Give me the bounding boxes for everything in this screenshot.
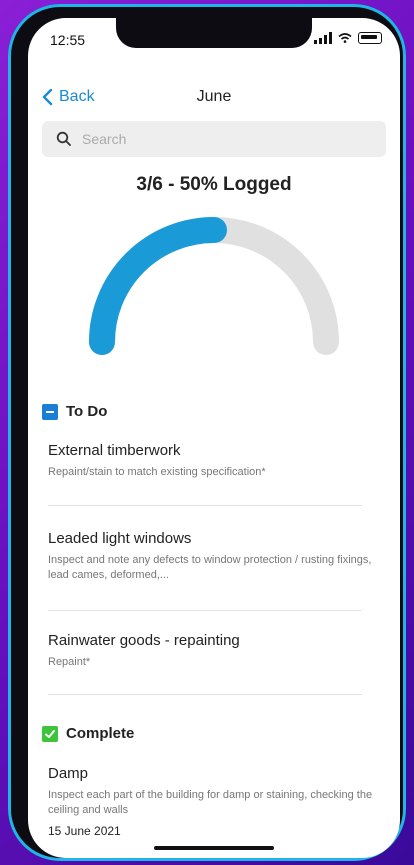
task-description: Repaint* [48,656,91,668]
wifi-icon [338,33,352,43]
search-bar[interactable] [42,121,386,157]
checkbox-checked-icon [42,725,58,742]
task-item-damp[interactable]: Damp Inspect each part of the building f… [48,765,378,838]
chevron-left-icon [42,88,53,106]
divider [48,505,362,506]
task-title: External timberwork [48,442,181,459]
check-icon [45,729,55,738]
task-description: Repaint/stain to match existing specific… [48,466,266,478]
divider [48,694,362,695]
task-title: Damp [48,765,89,782]
task-item-external-timberwork[interactable]: External timberwork Repaint/stain to mat… [48,442,378,480]
task-description: Inspect and note any defects to window p… [48,554,372,581]
todo-icon [42,403,58,420]
notch [116,18,312,48]
task-item-rainwater-goods[interactable]: Rainwater goods - repainting Repaint* [48,632,378,670]
battery-icon [358,32,382,44]
complete-heading: Complete [66,725,135,742]
todo-section-header: To Do [42,403,107,420]
app-screen: 12:55 June Back Search 3/6 - 50% Logged … [28,18,400,858]
progress-gauge [89,217,339,355]
task-title: Rainwater goods - repainting [48,632,240,649]
task-item-leaded-light-windows[interactable]: Leaded light windows Inspect and note an… [48,530,378,583]
task-date: 15 June 2021 [48,824,121,838]
task-title: Leaded light windows [48,530,192,547]
home-indicator[interactable] [154,846,274,850]
progress-label: 3/6 - 50% Logged [136,174,292,195]
signal-icon [314,32,332,44]
search-input[interactable] [80,130,364,148]
back-button[interactable]: Back [42,88,95,106]
phone-frame: 12:55 June Back Search 3/6 - 50% Logged … [8,4,406,861]
status-icons [314,32,382,44]
complete-section-header: Complete [42,725,134,742]
task-description: Inspect each part of the building for da… [48,789,373,816]
search-icon [56,131,71,146]
divider [48,610,362,611]
back-label: Back [59,88,95,105]
nav-bar: June Back [28,76,400,116]
todo-heading: To Do [66,403,108,420]
gauge-fill [89,217,227,355]
status-time: 12:55 [50,32,86,48]
